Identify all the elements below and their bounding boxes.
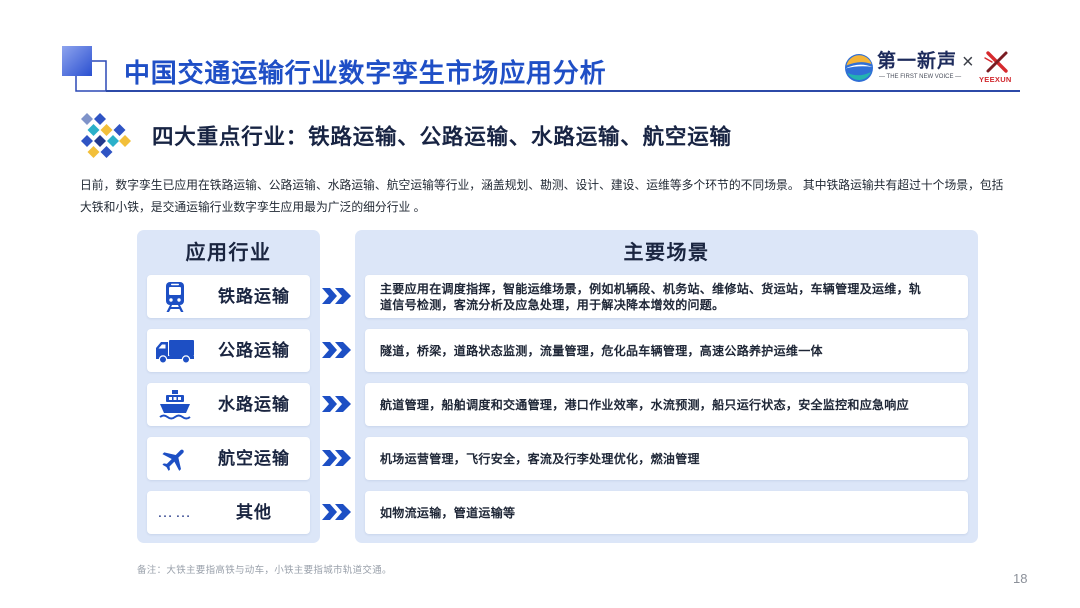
- scenario-card: 机场运营管理，飞行安全，客流及行李处理优化，燃油管理: [365, 437, 968, 480]
- scenario-card: 隧道，桥梁，道路状态监测，流量管理，危化品车辆管理，高速公路养护运维一体: [365, 329, 968, 372]
- partner-name: YEEXUN: [979, 75, 1012, 84]
- double-arrow-icon: [322, 288, 351, 304]
- scenario-text: 隧道，桥梁，道路状态监测，流量管理，危化品车辆管理，高速公路养护运维一体: [380, 343, 823, 358]
- double-arrow-icon: [322, 342, 351, 358]
- page-title: 中国交通运输行业数字孪生市场应用分析: [124, 58, 607, 88]
- double-arrow-icon: [322, 504, 351, 520]
- scenario-text: 如物流运输，管道运输等: [380, 505, 516, 520]
- ellipsis-text: ……: [157, 503, 193, 521]
- brand-logo-icon: [845, 54, 873, 82]
- truck-icon: [155, 333, 195, 368]
- industry-header: 应用行业: [185, 242, 272, 264]
- industry-card-highway: 公路运输: [147, 329, 310, 372]
- scenario-panel: 主要场景 主要应用在调度指挥，智能运维场景，例如机辆段、机务站、维修站、货运站，…: [355, 230, 978, 543]
- industry-card-railway: 铁路运输: [147, 275, 310, 318]
- brand-tagline: — THE FIRST NEW VOICE —: [879, 74, 962, 80]
- industry-label: 其他: [236, 503, 272, 522]
- footnote: 备注：大铁主要指高铁与动车，小铁主要指城市轨道交通。: [137, 565, 392, 576]
- ellipsis-icon: ……: [155, 495, 195, 530]
- double-arrow-icon: [322, 396, 351, 412]
- train-icon: [155, 279, 195, 314]
- scenario-text: 主要应用在调度指挥，智能运维场景，例如机辆段、机务站、维修站、货运站，车辆管理及…: [380, 281, 922, 312]
- industry-card-other: …… 其他: [147, 491, 310, 534]
- scenario-text: 机场运营管理，飞行安全，客流及行李处理优化，燃油管理: [380, 451, 700, 466]
- intro-line: 日前，数字孪生已应用在铁路运输、公路运输、水路运输、航空运输等行业，涵盖规划、勘…: [80, 178, 1004, 192]
- industry-label: 公路运输: [218, 341, 290, 360]
- title-underline: [106, 90, 1020, 92]
- scenario-header: 主要场景: [623, 242, 710, 264]
- partner-logo-icon: [984, 51, 1008, 73]
- diamond-grid-icon: [81, 113, 131, 158]
- industry-card-aviation: 航空运输: [147, 437, 310, 480]
- industry-label: 水路运输: [218, 395, 290, 414]
- brand-name: 第一新声: [877, 51, 958, 72]
- logo-separator: ×: [962, 51, 974, 73]
- scenario-card: 如物流运输，管道运输等: [365, 491, 968, 534]
- page-number: 18: [1013, 571, 1028, 586]
- scenario-card: 主要应用在调度指挥，智能运维场景，例如机辆段、机务站、维修站、货运站，车辆管理及…: [365, 275, 968, 318]
- intro-line: 大铁和小铁，是交通运输行业数字孪生应用最为广泛的细分行业 。: [80, 200, 426, 214]
- airplane-icon: [155, 441, 195, 476]
- industry-label: 铁路运输: [218, 287, 290, 306]
- double-arrow-icon: [322, 450, 351, 466]
- ship-icon: [155, 387, 195, 422]
- section-heading: 四大重点行业：铁路运输、公路运输、水路运输、航空运输: [152, 125, 732, 149]
- industry-panel: 应用行业 铁路运输 公路运输 水路运输 航空运输 …… 其他: [137, 230, 320, 543]
- industry-label: 航空运输: [218, 449, 290, 468]
- intro-paragraph: 日前，数字孪生已应用在铁路运输、公路运输、水路运输、航空运输等行业，涵盖规划、勘…: [80, 174, 1003, 218]
- industry-card-waterway: 水路运输: [147, 383, 310, 426]
- scenario-card: 航道管理，船舶调度和交通管理，港口作业效率，水流预测，船只运行状态，安全监控和应…: [365, 383, 968, 426]
- scenario-text: 航道管理，船舶调度和交通管理，港口作业效率，水流预测，船只运行状态，安全监控和应…: [380, 397, 909, 412]
- title-decoration-icon: [62, 46, 107, 92]
